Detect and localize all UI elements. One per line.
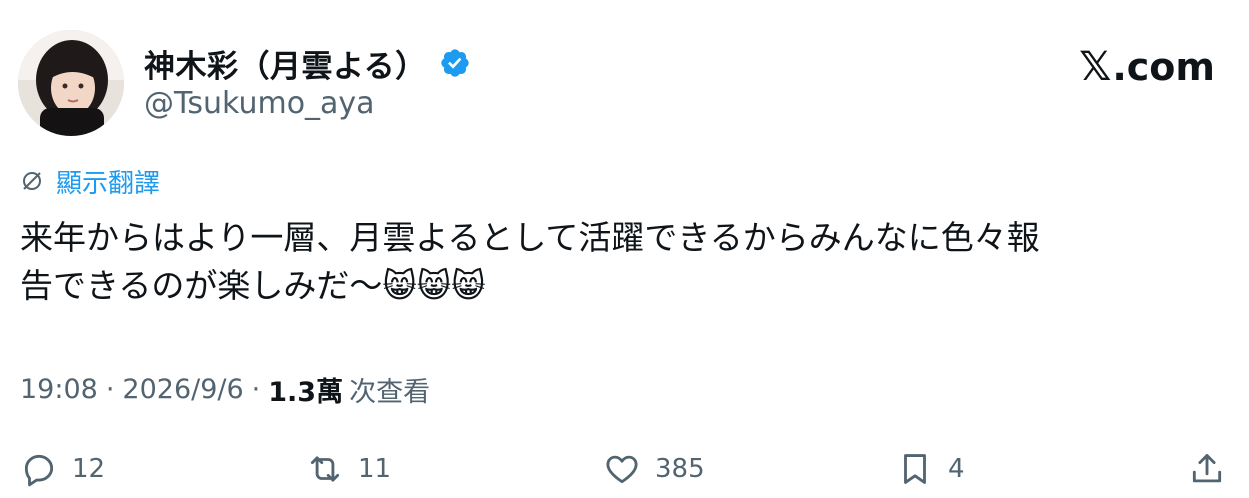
heart-icon xyxy=(606,455,638,484)
views-count[interactable]: 1.3萬 xyxy=(268,370,343,409)
avatar-photo xyxy=(18,30,124,136)
tweet-time[interactable]: 19:08 xyxy=(20,374,98,405)
globe-icon xyxy=(23,172,41,190)
bookmark-icon xyxy=(904,454,926,484)
like-count: 385 xyxy=(655,454,705,484)
bookmark-count: 4 xyxy=(948,454,965,484)
meta-separator: · xyxy=(251,374,261,405)
reply-count: 12 xyxy=(72,454,106,484)
display-name[interactable]: 神木彩（月雲よる） xyxy=(144,41,427,86)
share-icon xyxy=(1192,454,1222,483)
x-logo[interactable]: 𝕏 .com xyxy=(1079,44,1215,90)
author-name-row: 神木彩（月雲よる） xyxy=(144,38,471,88)
reply-icon xyxy=(24,454,54,487)
share-button[interactable] xyxy=(1188,446,1226,492)
retweet-button[interactable]: 11 xyxy=(306,446,391,492)
tweet-date[interactable]: 2026/9/6 xyxy=(122,374,243,405)
x-logo-text: .com xyxy=(1112,45,1215,89)
views-label: 次查看 xyxy=(349,377,431,408)
author-handle[interactable]: @Tsukumo_aya xyxy=(144,86,375,121)
meta-separator: · xyxy=(105,374,115,405)
avatar[interactable] xyxy=(18,30,124,136)
x-logo-icon: 𝕏 xyxy=(1079,44,1112,90)
reply-button[interactable]: 12 xyxy=(20,446,105,492)
bookmark-button[interactable]: 4 xyxy=(896,446,965,492)
verified-badge-icon xyxy=(440,49,469,77)
retweet-icon xyxy=(310,456,340,482)
retweet-count: 11 xyxy=(358,454,392,484)
translate-label: 顯示翻譯 xyxy=(56,168,161,199)
like-button[interactable]: 385 xyxy=(603,446,705,492)
translate-link[interactable]: 顯示翻譯 xyxy=(20,163,160,199)
tweet-meta: 19:08 · 2026/9/6 · 1.3萬 次查看 xyxy=(20,370,430,409)
tweet-text: 来年からはより一層、月雲よるとして活躍できるからみんなに色々報 告できるのが楽し… xyxy=(20,218,1040,305)
